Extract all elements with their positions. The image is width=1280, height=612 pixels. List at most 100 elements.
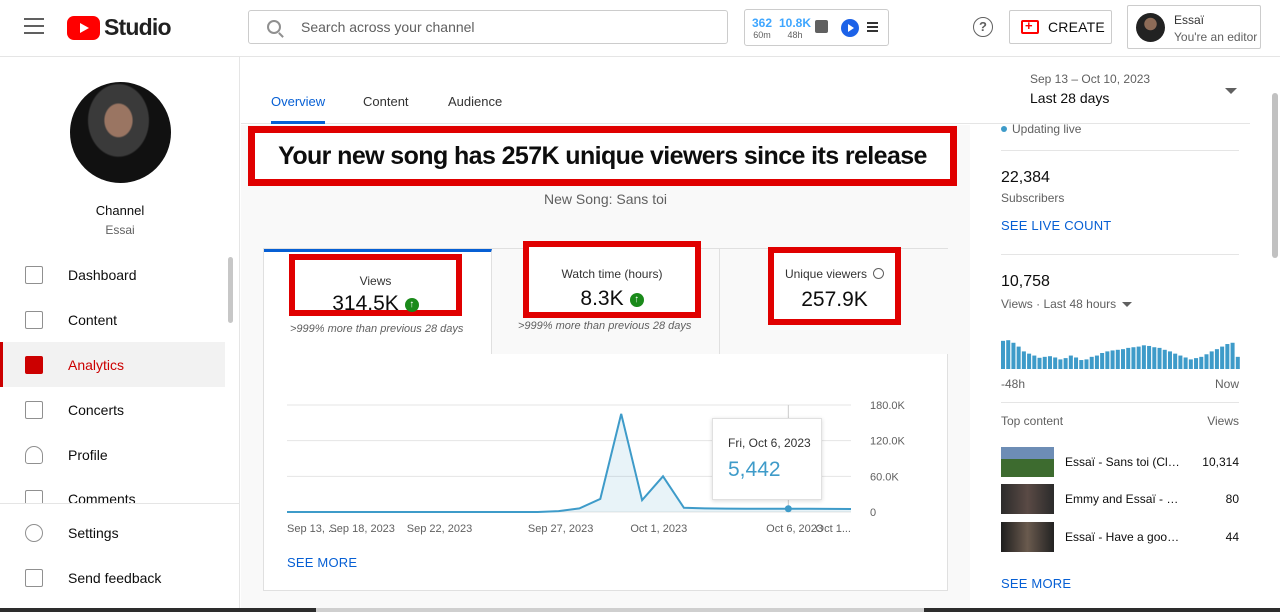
rp-bars xyxy=(1001,340,1240,369)
sidebar-item-profile[interactable]: Profile xyxy=(0,432,225,477)
settings-icon xyxy=(25,523,43,542)
tab-overview[interactable]: Overview xyxy=(271,94,325,109)
views-bar xyxy=(1053,357,1058,369)
sidebar-item-comments[interactable]: Comments xyxy=(0,477,225,503)
views-bar xyxy=(1225,344,1230,369)
dashboard-icon xyxy=(25,265,43,284)
search-icon xyxy=(267,20,281,34)
top-content-item[interactable]: Emmy and Essaï - EREB... 80 xyxy=(1001,484,1239,514)
subscribers-count: 22,384 xyxy=(1001,169,1050,186)
top-content-item[interactable]: Essaï - Have a good day 44 xyxy=(1001,522,1239,552)
divider xyxy=(1001,150,1239,151)
profile-icon xyxy=(25,445,43,464)
views-bar xyxy=(1121,349,1126,369)
logo-text: Studio xyxy=(104,14,172,40)
sidebar-item-settings[interactable]: Settings xyxy=(0,510,225,555)
metric-views[interactable]: Views 314.5K ↑ >999% more than previous 2… xyxy=(264,249,492,354)
views-bar xyxy=(1220,346,1225,369)
sidebar-item-content[interactable]: Content xyxy=(0,297,225,342)
sidebar-item-concerts[interactable]: Concerts xyxy=(0,387,225,432)
metric-unique-viewers[interactable]: Unique viewers 257.9K xyxy=(720,247,948,354)
views-bar xyxy=(1157,347,1162,369)
views-bar xyxy=(1141,345,1146,369)
comments-icon xyxy=(25,490,43,503)
create-button[interactable]: CREATE xyxy=(1009,10,1112,44)
x-tick-label: Sep 27, 2023 xyxy=(528,523,593,535)
views-bar xyxy=(1183,357,1188,369)
views-bar xyxy=(1037,357,1042,369)
y-tick-label: 180.0K xyxy=(870,400,906,412)
views-bar xyxy=(1011,342,1016,369)
subscribers-label: Subscribers xyxy=(1001,191,1065,205)
see-live-count-button[interactable]: SEE LIVE COUNT xyxy=(1001,218,1111,233)
views-bar xyxy=(1094,355,1099,369)
sidebar-scrollbar[interactable] xyxy=(228,257,233,323)
sidebar-divider xyxy=(0,503,240,504)
bottom-bar-highlight xyxy=(316,608,924,612)
chart-tooltip: Fri, Oct 6, 2023 5,442 xyxy=(712,418,822,500)
account-avatar xyxy=(1136,13,1165,42)
highlight-box-watch-time: Watch time (hours) 8.3K ↑ xyxy=(523,241,701,318)
tab-audience[interactable]: Audience xyxy=(448,94,502,109)
account-switcher[interactable]: Essaï You're an editor xyxy=(1127,5,1261,49)
views-bar xyxy=(1178,355,1183,369)
tooltip-date: Fri, Oct 6, 2023 xyxy=(728,436,811,450)
menu-icon[interactable] xyxy=(24,18,44,36)
metric-watch-time[interactable]: Watch time (hours) 8.3K ↑ >999% more than… xyxy=(492,241,720,354)
realtime-stats-widget[interactable]: 362 60m 10.8K 48h xyxy=(744,9,889,46)
views-bar xyxy=(1058,359,1063,369)
views-bar xyxy=(1006,340,1011,369)
views-period-dropdown[interactable]: Views · Last 48 hours xyxy=(1001,297,1133,311)
help-icon[interactable]: ? xyxy=(973,17,993,37)
sidebar-item-dashboard[interactable]: Dashboard xyxy=(0,252,225,297)
analytics-icon xyxy=(25,355,43,374)
tab-content[interactable]: Content xyxy=(363,94,409,109)
y-tick-label: 120.0K xyxy=(870,436,906,448)
top-bar: Studio 362 60m 10.8K 48h ? CREATE Essaï … xyxy=(0,0,1280,57)
x-tick-label: Sep 22, 2023 xyxy=(407,523,472,535)
views-bar xyxy=(1131,347,1136,369)
channel-label: Channel xyxy=(95,203,145,218)
video-thumbnail xyxy=(1001,447,1054,477)
headline-box: Your new song has 257K unique viewers si… xyxy=(248,126,957,186)
play-circle-icon[interactable] xyxy=(841,19,859,37)
highlight-box-unique-viewers: Unique viewers 257.9K xyxy=(768,247,901,325)
views-column-label: Views xyxy=(1207,414,1239,428)
date-range-picker[interactable]: Sep 13 – Oct 10, 2023 Last 28 days xyxy=(970,57,1250,124)
studio-logo[interactable]: Studio xyxy=(67,14,172,41)
highlight-box-views: Views 314.5K ↑ xyxy=(289,254,462,316)
views-bar xyxy=(1084,359,1089,369)
analytics-mini-icon xyxy=(815,20,828,33)
sidebar-item-send-feedback[interactable]: Send feedback xyxy=(0,555,225,600)
views-bar xyxy=(1089,356,1094,369)
search-bar[interactable] xyxy=(248,10,728,44)
content-icon xyxy=(25,310,43,329)
views-48h-bar-chart[interactable] xyxy=(1001,335,1241,369)
x-tick-label: Oct 6, 2023 xyxy=(766,523,823,535)
page-scrollbar[interactable] xyxy=(1272,93,1278,258)
channel-avatar[interactable] xyxy=(70,82,171,183)
views-line-chart[interactable]: 180.0K120.0K60.0K0Sep 13, ...Sep 18, 202… xyxy=(263,380,948,545)
video-thumbnail xyxy=(1001,484,1054,514)
search-input[interactable] xyxy=(301,19,701,35)
menu-lines-icon[interactable] xyxy=(867,22,878,34)
x-tick-label: Sep 18, 2023 xyxy=(329,523,394,535)
views-bar xyxy=(1230,342,1235,369)
views-bar xyxy=(1204,354,1209,369)
views-bar xyxy=(1027,353,1032,369)
dropdown-caret-icon xyxy=(1225,88,1237,94)
views-bar xyxy=(1152,347,1157,369)
see-more-button[interactable]: SEE MORE xyxy=(287,555,357,570)
views-bar xyxy=(1209,351,1214,369)
divider xyxy=(1001,402,1239,403)
views-bar xyxy=(1188,359,1193,369)
account-name: Essaï xyxy=(1174,13,1205,27)
stat-48h: 10.8K 48h xyxy=(778,16,812,40)
see-more-top-content-button[interactable]: SEE MORE xyxy=(1001,576,1071,591)
views-bar xyxy=(1063,358,1068,369)
views-bar xyxy=(1068,355,1073,369)
sidebar-item-analytics[interactable]: Analytics xyxy=(0,342,225,387)
dropdown-caret-icon xyxy=(1122,302,1133,307)
y-tick-label: 0 xyxy=(870,507,876,519)
top-content-item[interactable]: Essaï - Sans toi (Clip Officiel) 10,314 xyxy=(1001,447,1239,477)
